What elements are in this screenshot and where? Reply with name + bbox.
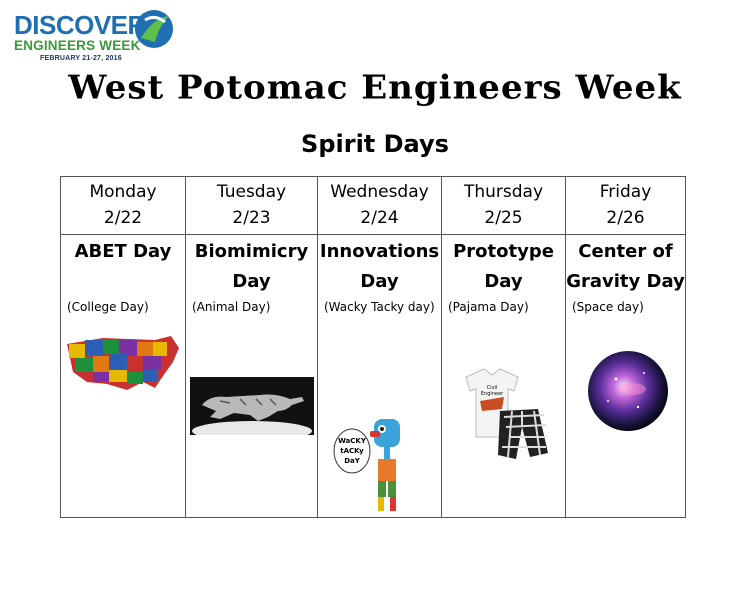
theme-title: ABET Day xyxy=(74,241,172,262)
galaxy-sphere-image xyxy=(588,351,668,431)
day-name: Tuesday xyxy=(216,182,287,202)
svg-text:DaY: DaY xyxy=(344,457,361,465)
column-wednesday: Wednesday 2/24 Innovations Day (Wacky Tac… xyxy=(317,177,441,517)
wacky-tacky-day-image: WaCKY tACKy DaY xyxy=(333,419,400,511)
day-name: Friday xyxy=(599,182,652,202)
day-header: Wednesday 2/24 xyxy=(318,179,441,231)
theme-title: Innovations Day xyxy=(319,241,440,292)
column-thursday: Thursday 2/25 Prototype Day (Pajama Day) … xyxy=(441,177,565,517)
svg-text:Engineer: Engineer xyxy=(481,391,504,397)
day-date: 2/25 xyxy=(484,208,523,228)
day-name: Monday xyxy=(89,182,157,202)
svg-text:tACKy: tACKy xyxy=(340,447,364,455)
day-header: Friday 2/26 xyxy=(566,179,685,231)
day-name: Thursday xyxy=(463,182,544,202)
theme-subtitle: (Animal Day) xyxy=(192,300,271,314)
page-title: West Potomac Engineers Week xyxy=(68,69,682,107)
cheetah-sculpture-image xyxy=(190,377,314,435)
day-header: Tuesday 2/23 xyxy=(186,179,317,231)
day-name: Wednesday xyxy=(330,182,429,202)
theme-title: Biomimicry Day xyxy=(194,241,309,292)
theme-title: Center of Gravity Day xyxy=(566,241,685,292)
column-tuesday: Tuesday 2/23 Biomimicry Day (Animal Day) xyxy=(185,177,317,517)
day-header: Monday 2/22 xyxy=(61,179,185,231)
logo-word-engineers-week: ENGINEERS WEEK xyxy=(14,38,141,53)
theme-subtitle: (College Day) xyxy=(67,300,149,314)
day-date: 2/26 xyxy=(606,208,645,228)
usa-map-collage-image xyxy=(67,336,179,390)
column-friday: Friday 2/26 Center of Gravity Day (Space … xyxy=(565,177,685,517)
day-date: 2/23 xyxy=(232,208,271,228)
page-subtitle: Spirit Days xyxy=(301,130,449,158)
theme-subtitle: (Pajama Day) xyxy=(448,300,529,314)
column-monday: Monday 2/22 ABET Day (College Day) xyxy=(61,177,185,517)
pajamas-image: Civil Engineer xyxy=(465,368,548,459)
logo-word-discover: DISCOVER xyxy=(14,10,146,40)
theme-subtitle: (Space day) xyxy=(572,300,644,314)
day-date: 2/24 xyxy=(360,208,399,228)
wacky-tacky-speech-text: WaCKY xyxy=(338,437,367,445)
discover-engineers-week-logo: DISCOVER ENGINEERS WEEK FEBRUARY 21-27, … xyxy=(12,8,182,68)
logo-dates: FEBRUARY 21-27, 2016 xyxy=(40,55,122,62)
theme-subtitle: (Wacky Tacky day) xyxy=(324,300,435,314)
spirit-days-table: Monday 2/22 ABET Day (College Day) Tuesd… xyxy=(60,176,686,518)
theme-title: Prototype Day xyxy=(453,241,554,292)
day-date: 2/22 xyxy=(103,208,143,228)
day-header: Thursday 2/25 xyxy=(442,179,565,231)
